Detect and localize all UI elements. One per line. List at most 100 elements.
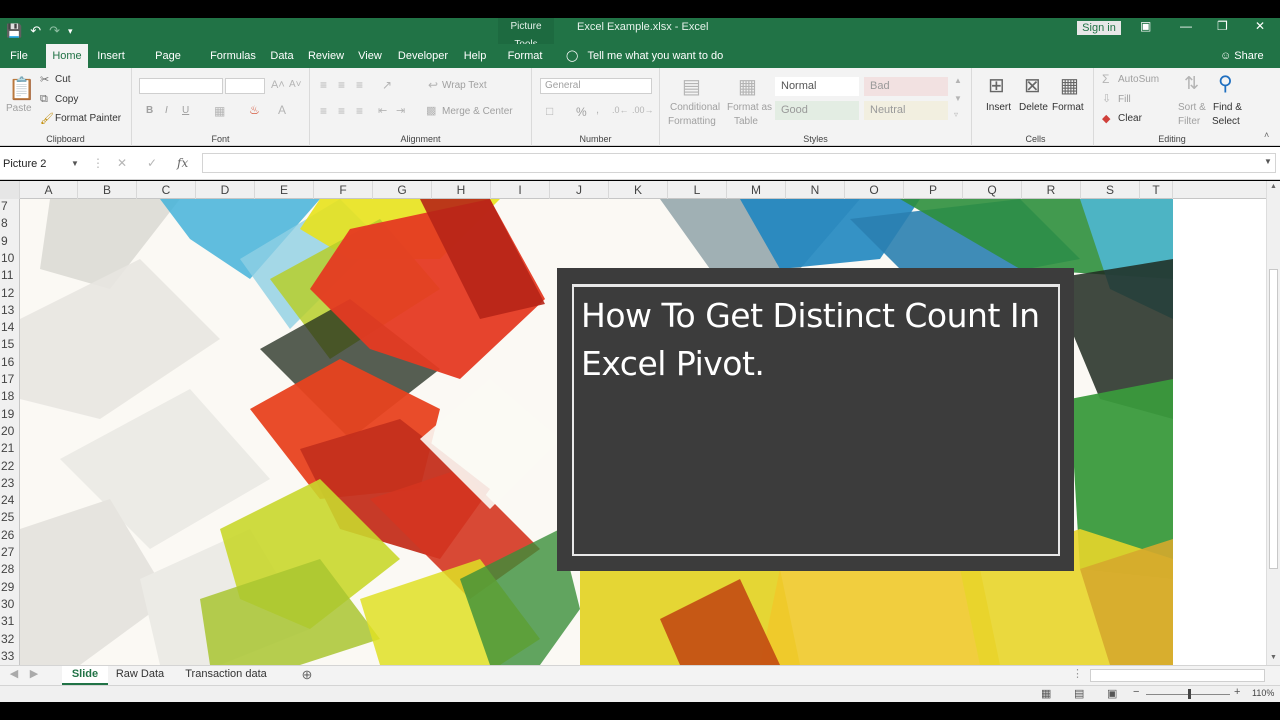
find-select-line2[interactable]: Select xyxy=(1212,116,1240,127)
conditional-formatting-line2[interactable]: Formatting xyxy=(668,116,716,127)
row-header[interactable]: 32 xyxy=(0,632,19,649)
row-header[interactable]: 8 xyxy=(0,216,19,233)
column-header[interactable]: C xyxy=(137,181,196,199)
number-format-combo[interactable]: General xyxy=(540,78,652,94)
bold-button[interactable]: B xyxy=(146,105,153,116)
share-button[interactable]: ☺ Share xyxy=(1220,44,1264,68)
select-all-corner[interactable] xyxy=(0,181,20,199)
undo-icon[interactable]: ↶ xyxy=(30,23,41,39)
accounting-format-icon[interactable]: □ xyxy=(546,104,553,118)
format-button[interactable]: Format xyxy=(1052,102,1084,113)
style-normal[interactable]: Normal xyxy=(775,77,859,96)
wrap-text-button[interactable]: Wrap Text xyxy=(442,80,487,91)
comma-style-icon[interactable]: , xyxy=(596,104,599,116)
column-header[interactable]: S xyxy=(1081,181,1140,199)
cut-button[interactable]: Cut xyxy=(55,74,71,85)
column-header[interactable]: M xyxy=(727,181,786,199)
tab-developer[interactable]: Developer xyxy=(395,44,451,68)
row-header[interactable]: 28 xyxy=(0,562,19,579)
row-header[interactable]: 27 xyxy=(0,545,19,562)
row-header[interactable]: 12 xyxy=(0,286,19,303)
zoom-level[interactable]: 110% xyxy=(1252,688,1274,698)
italic-button[interactable]: I xyxy=(165,105,168,116)
save-icon[interactable]: 💾 xyxy=(6,23,22,39)
redo-icon[interactable]: ↷ xyxy=(49,23,60,39)
delete-button[interactable]: Delete xyxy=(1019,102,1048,113)
font-size-combo[interactable] xyxy=(225,78,265,94)
collapse-ribbon-icon[interactable]: ˄ xyxy=(1264,130,1269,140)
page-break-view-icon[interactable]: ▣ xyxy=(1107,687,1117,700)
sort-filter-line1[interactable]: Sort & xyxy=(1178,102,1206,113)
column-header[interactable]: T xyxy=(1140,181,1173,199)
align-left-icon[interactable]: ≡ xyxy=(320,104,327,118)
conditional-formatting-line1[interactable]: Conditional xyxy=(670,102,720,113)
tab-file[interactable]: File xyxy=(4,44,34,68)
align-top-icon[interactable]: ≡ xyxy=(320,78,327,92)
borders-icon[interactable]: ▦ xyxy=(214,104,225,118)
row-header[interactable]: 24 xyxy=(0,493,19,510)
column-header[interactable]: K xyxy=(609,181,668,199)
column-header[interactable]: J xyxy=(550,181,609,199)
column-header[interactable]: L xyxy=(668,181,727,199)
tab-home[interactable]: Home xyxy=(46,44,88,68)
column-header[interactable]: G xyxy=(373,181,432,199)
percent-style-button[interactable]: % xyxy=(576,105,587,119)
sheet-tab-transaction-data[interactable]: Transaction data xyxy=(176,666,276,685)
column-header[interactable]: I xyxy=(491,181,550,199)
tab-format[interactable]: Format xyxy=(503,44,547,68)
name-box-dropdown-icon[interactable]: ▼ xyxy=(71,155,79,173)
row-header[interactable]: 18 xyxy=(0,389,19,406)
style-good[interactable]: Good xyxy=(775,101,859,120)
column-header[interactable]: N xyxy=(786,181,845,199)
column-header[interactable]: D xyxy=(196,181,255,199)
column-header[interactable]: O xyxy=(845,181,904,199)
format-painter-button[interactable]: Format Painter xyxy=(55,113,121,124)
tab-insert[interactable]: Insert xyxy=(94,44,128,68)
tab-split-grip-icon[interactable]: ⋮ xyxy=(1072,666,1083,685)
row-header[interactable]: 29 xyxy=(0,580,19,597)
row-header[interactable]: 16 xyxy=(0,355,19,372)
close-icon[interactable]: ✕ xyxy=(1255,19,1265,33)
align-bottom-icon[interactable]: ≡ xyxy=(356,78,363,92)
expand-formula-bar-icon[interactable]: ▼ xyxy=(1264,157,1272,166)
insert-button[interactable]: Insert xyxy=(986,102,1011,113)
row-header[interactable]: 10 xyxy=(0,251,19,268)
scroll-down-icon[interactable]: ▼ xyxy=(1270,654,1277,661)
row-header[interactable]: 25 xyxy=(0,510,19,527)
find-select-line1[interactable]: Find & xyxy=(1213,102,1242,113)
column-header[interactable]: P xyxy=(904,181,963,199)
sort-filter-line2[interactable]: Filter xyxy=(1178,116,1200,127)
tab-help[interactable]: Help xyxy=(460,44,490,68)
decrease-decimal-icon[interactable]: .00→ xyxy=(632,105,654,115)
tell-me-search[interactable]: ◯ Tell me what you want to do xyxy=(566,44,723,68)
row-header[interactable]: 33 xyxy=(0,649,19,665)
scroll-up-icon[interactable]: ▲ xyxy=(1270,183,1277,190)
confirm-entry-icon[interactable]: ✓ xyxy=(147,156,157,170)
font-name-combo[interactable] xyxy=(139,78,223,94)
underline-button[interactable]: U xyxy=(182,105,189,116)
paste-icon[interactable]: 📋 xyxy=(8,76,35,102)
row-header[interactable]: 30 xyxy=(0,597,19,614)
row-header[interactable]: 15 xyxy=(0,337,19,354)
cancel-entry-icon[interactable]: ✕ xyxy=(117,156,127,170)
minimize-icon[interactable]: — xyxy=(1180,19,1192,33)
ribbon-display-options-icon[interactable]: ▣ xyxy=(1140,19,1151,33)
align-middle-icon[interactable]: ≡ xyxy=(338,78,345,92)
sheet-tab-slide[interactable]: Slide xyxy=(62,666,108,685)
tab-view[interactable]: View xyxy=(356,44,384,68)
align-right-icon[interactable]: ≡ xyxy=(356,104,363,118)
row-header[interactable]: 26 xyxy=(0,528,19,545)
sheet-empty-area[interactable] xyxy=(1173,199,1266,665)
row-header[interactable]: 7 xyxy=(0,199,19,216)
column-header[interactable]: B xyxy=(78,181,137,199)
name-box[interactable]: Picture 2 ▼ xyxy=(0,155,82,173)
column-header[interactable]: H xyxy=(432,181,491,199)
decrease-indent-icon[interactable]: ⇤ xyxy=(378,104,387,117)
column-header[interactable]: Q xyxy=(963,181,1022,199)
formula-input[interactable] xyxy=(202,153,1276,173)
font-color-icon[interactable]: A xyxy=(278,103,286,117)
prev-sheet-icon[interactable]: ◀ xyxy=(8,666,20,685)
zoom-slider-thumb[interactable] xyxy=(1188,689,1191,699)
customize-qat-icon[interactable]: ▾ xyxy=(68,26,73,37)
style-neutral[interactable]: Neutral xyxy=(864,101,948,120)
